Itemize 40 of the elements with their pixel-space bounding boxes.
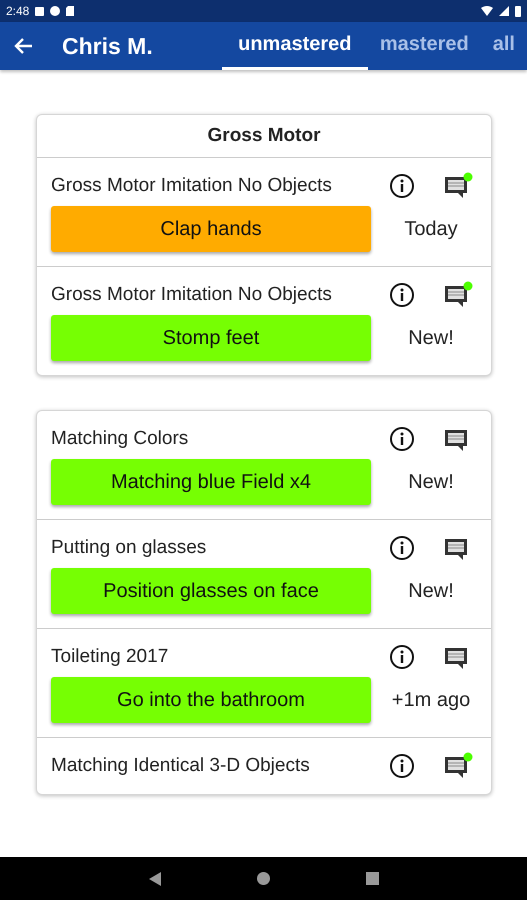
target-button[interactable]: Position glasses on face <box>51 568 371 614</box>
item-title: Gross Motor Imitation No Objects <box>51 283 333 307</box>
item-title: Toileting 2017 <box>51 645 170 669</box>
status-text: New! <box>408 580 454 602</box>
sd-card-icon <box>66 6 74 16</box>
status-text: New! <box>408 326 454 350</box>
recents-icon[interactable] <box>366 872 378 885</box>
tab[interactable]: all <box>480 22 527 70</box>
app-title: Chris M. <box>62 32 154 60</box>
battery-icon <box>515 6 521 16</box>
tab[interactable]: mastered <box>368 22 481 70</box>
info-icon[interactable] <box>389 644 415 670</box>
status-text: Today <box>404 218 458 240</box>
status-text: New! <box>408 470 454 494</box>
info-icon[interactable] <box>389 426 415 452</box>
status-text: +1m ago <box>392 688 470 712</box>
target-button[interactable]: Stomp feet <box>51 315 371 361</box>
home-icon[interactable] <box>256 872 270 885</box>
notification-icon <box>35 6 44 16</box>
info-icon[interactable] <box>389 173 415 199</box>
clock-time: 2:48 <box>6 4 30 18</box>
signal-icon <box>499 6 509 16</box>
comment-icon[interactable] <box>443 172 473 200</box>
item-title: Matching Colors <box>51 427 190 451</box>
item-title: Putting on glasses <box>51 536 208 560</box>
back-icon[interactable] <box>148 872 160 886</box>
card-header: Gross Motor <box>37 115 491 158</box>
info-icon[interactable] <box>389 535 415 561</box>
wifi-icon <box>481 6 493 16</box>
info-icon[interactable] <box>389 753 415 779</box>
comment-icon[interactable] <box>443 281 473 309</box>
back-arrow-icon[interactable] <box>14 36 34 56</box>
target-button[interactable]: Matching blue Field x4 <box>51 459 371 505</box>
target-button[interactable]: Clap hands <box>51 206 371 252</box>
notification-icon <box>50 6 60 16</box>
item-title: Gross Motor Imitation No Objects <box>51 174 333 198</box>
target-button[interactable]: Go into the bathroom <box>51 677 371 723</box>
info-icon[interactable] <box>389 282 415 308</box>
item-title: Matching Identical 3-D Objects <box>51 754 311 778</box>
comment-icon[interactable] <box>443 752 473 780</box>
